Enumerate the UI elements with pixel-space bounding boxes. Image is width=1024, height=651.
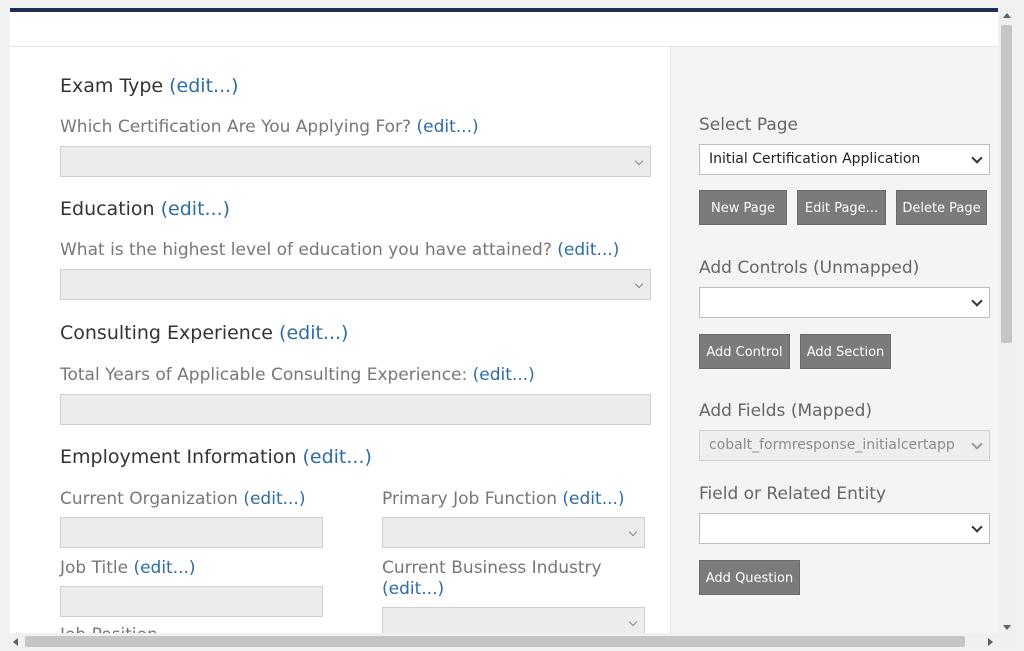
form-canvas[interactable]: Exam Type (edit...) Which Certification …: [10, 47, 671, 633]
business-industry-select[interactable]: [382, 607, 645, 633]
question-label: Which Certification Are You Applying For…: [60, 117, 412, 137]
scroll-right-arrow-icon[interactable]: [988, 638, 993, 646]
current-organization-question: Current Organization (edit...): [60, 489, 305, 509]
selected-page: Initial Certification Application: [709, 151, 921, 167]
chevron-down-icon: [971, 438, 983, 450]
chevron-down-icon: [971, 295, 983, 307]
edit-link[interactable]: (edit...): [133, 558, 195, 578]
consulting-years-question: Total Years of Applicable Consulting Exp…: [60, 365, 535, 385]
business-industry-question: Current Business Industry (edit...): [382, 558, 652, 600]
select-page-label: Select Page: [699, 115, 799, 135]
edit-link[interactable]: (edit...): [302, 446, 371, 468]
edit-link[interactable]: (edit...): [161, 198, 230, 220]
horizontal-scrollbar[interactable]: [8, 633, 998, 650]
scrollbar-corner: [998, 633, 1015, 650]
add-fields-dropdown: cobalt_formresponse_initialcertapp: [699, 430, 990, 461]
consulting-years-input[interactable]: [60, 394, 651, 425]
exam-type-section-heading: Exam Type (edit...): [60, 75, 239, 97]
section-title: Education: [60, 198, 155, 220]
delete-page-button[interactable]: Delete Page: [896, 190, 987, 225]
section-title: Consulting Experience: [60, 322, 273, 344]
edit-link[interactable]: (edit...): [382, 579, 444, 599]
chevron-down-icon: [971, 152, 983, 164]
edit-link[interactable]: (edit...): [169, 75, 238, 97]
add-fields-label: Add Fields (Mapped): [699, 401, 872, 421]
question-label: Current Business Industry: [382, 558, 602, 578]
question-label: Job Title: [60, 558, 129, 578]
consulting-section-heading: Consulting Experience (edit...): [60, 322, 348, 344]
vertical-scroll-thumb[interactable]: [1001, 25, 1012, 343]
add-control-button[interactable]: Add Control: [699, 334, 790, 369]
edit-page-button[interactable]: Edit Page...: [797, 190, 886, 225]
question-label: Total Years of Applicable Consulting Exp…: [60, 365, 468, 385]
employment-section-heading: Employment Information (edit...): [60, 446, 372, 468]
scroll-left-arrow-icon[interactable]: [13, 638, 18, 646]
form-header: [10, 12, 998, 47]
add-controls-label: Add Controls (Unmapped): [699, 258, 920, 278]
add-controls-dropdown[interactable]: [699, 287, 990, 318]
job-position-question: Job Position: [60, 625, 158, 633]
selected-entity: cobalt_formresponse_initialcertapp: [709, 437, 955, 453]
edit-link[interactable]: (edit...): [473, 365, 535, 385]
field-entity-dropdown[interactable]: [699, 513, 990, 544]
job-title-input[interactable]: [60, 586, 323, 617]
scroll-down-arrow-icon[interactable]: [1003, 625, 1011, 630]
add-question-button[interactable]: Add Question: [699, 560, 800, 595]
question-label: What is the highest level of education y…: [60, 240, 552, 260]
primary-job-select[interactable]: [382, 517, 645, 548]
edit-link[interactable]: (edit...): [557, 240, 619, 260]
current-organization-input[interactable]: [60, 517, 323, 548]
scroll-up-arrow-icon[interactable]: [1003, 13, 1011, 18]
question-label: Primary Job Function: [382, 489, 558, 509]
edit-link[interactable]: (edit...): [243, 489, 305, 509]
select-page-dropdown[interactable]: Initial Certification Application: [699, 144, 990, 175]
form-editor-panel: Select Page Initial Certification Applic…: [671, 47, 998, 633]
edit-link[interactable]: (edit...): [562, 489, 624, 509]
question-label: Job Position: [60, 625, 158, 633]
question-label: Current Organization: [60, 489, 238, 509]
certification-question: Which Certification Are You Applying For…: [60, 117, 479, 137]
vertical-scrollbar[interactable]: [998, 8, 1015, 635]
education-section-heading: Education (edit...): [60, 198, 230, 220]
job-title-question: Job Title (edit...): [60, 558, 196, 578]
certification-select[interactable]: [60, 146, 651, 177]
edit-link[interactable]: (edit...): [416, 117, 478, 137]
edit-link[interactable]: (edit...): [279, 322, 348, 344]
horizontal-scroll-thumb[interactable]: [25, 636, 965, 647]
new-page-button[interactable]: New Page: [699, 190, 787, 225]
field-entity-label: Field or Related Entity: [699, 484, 887, 504]
education-level-question: What is the highest level of education y…: [60, 240, 619, 260]
add-section-button[interactable]: Add Section: [800, 334, 891, 369]
chevron-down-icon: [971, 521, 983, 533]
education-level-select[interactable]: [60, 269, 651, 300]
section-title: Exam Type: [60, 75, 164, 97]
section-title: Employment Information: [60, 446, 297, 468]
primary-job-question: Primary Job Function (edit...): [382, 489, 625, 509]
